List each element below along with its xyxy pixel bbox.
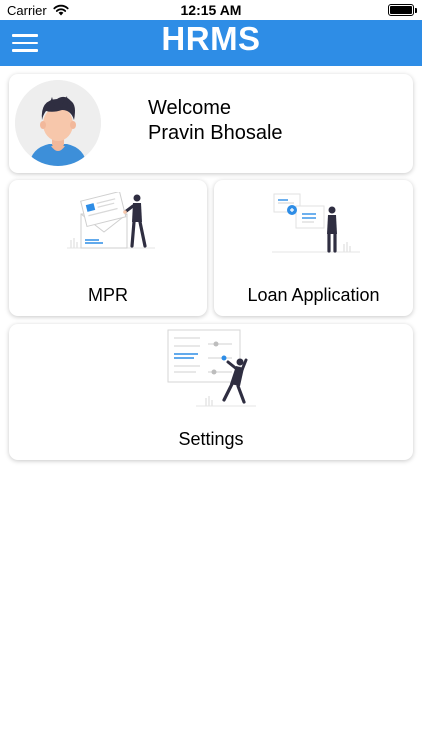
app-bar: HRMS — [0, 20, 422, 66]
status-bar: Carrier 12:15 AM — [0, 0, 422, 20]
app-title: HRMS — [161, 20, 261, 57]
user-name: Pravin Bhosale — [148, 122, 283, 144]
settings-card[interactable]: Settings — [9, 324, 413, 460]
welcome-text: Welcome Pravin Bhosale — [148, 96, 283, 146]
settings-label: Settings — [178, 429, 244, 449]
loan-application-illustration-icon — [272, 193, 360, 253]
settings-illustration-icon — [167, 329, 256, 407]
user-avatar-icon — [15, 80, 101, 166]
status-time: 12:15 AM — [180, 2, 242, 18]
mpr-label: MPR — [88, 285, 128, 305]
mpr-illustration-icon — [67, 192, 155, 249]
welcome-card: Welcome Pravin Bhosale — [9, 74, 413, 173]
battery-icon — [388, 4, 417, 16]
mpr-card[interactable]: MPR — [9, 180, 207, 316]
loan-application-card[interactable]: Loan Application — [214, 180, 413, 316]
welcome-greeting: Welcome — [148, 97, 231, 119]
loan-application-label: Loan Application — [247, 285, 380, 305]
